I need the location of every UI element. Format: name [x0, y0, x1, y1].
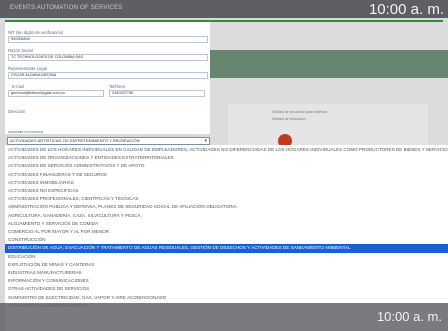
- actividad-select[interactable]: ACTIVIDADES ARTÍSTICAS, DE ENTRETENIMIEN…: [7, 137, 210, 145]
- direccion-label: Dirección: [8, 109, 26, 114]
- telefono-field[interactable]: 3160237756: [109, 90, 205, 97]
- dropdown-option[interactable]: INFORMACIÓN Y COMUNICACIONES: [5, 277, 448, 285]
- nit-label: NIT (sin dígito de verificación): [8, 30, 64, 35]
- dropdown-option[interactable]: ACTIVIDADES DE LOS HOGARES INDIVIDUALES …: [5, 146, 448, 154]
- dropdown-option[interactable]: ACTIVIDADES NO ESPECIFICAS: [5, 187, 448, 195]
- dropdown-option[interactable]: ACTIVIDADES PROFESIONALES, CIENTÍFICAS Y…: [5, 195, 448, 203]
- window-title-bar: EVENTS AUTOMATION OF SERVICES 10:00 a. m…: [0, 0, 448, 18]
- background-card-subtitle: Solicitud de Vinculación: [272, 117, 306, 121]
- actividad-label: Actividad económica: [8, 130, 43, 134]
- dropdown-option[interactable]: INDUSTRIAS MANUFACTURERAS: [5, 269, 448, 277]
- telefono-label: Teléfono: [109, 84, 125, 89]
- dropdown-option[interactable]: ACTIVIDADES FINANCIERAS Y DE SEGUROS: [5, 171, 448, 179]
- dropdown-option[interactable]: DISTRIBUCIÓN DE AGUA; EVACUACIÓN Y TRATA…: [5, 244, 448, 253]
- actividad-selected-value: ACTIVIDADES ARTÍSTICAS, DE ENTRETENIMIEN…: [10, 138, 140, 143]
- representante-field[interactable]: OSCAR ALDANA MEDINA: [8, 72, 208, 79]
- company-form: NIT (sin dígito de verificación) 9003068…: [5, 22, 210, 134]
- dropdown-option[interactable]: AGRICULTURA, GANADERÍA, CAZA, SILVICULTU…: [5, 212, 448, 220]
- top-clock: 10:00 a. m.: [368, 1, 444, 18]
- background-green-band: [210, 50, 448, 78]
- dropdown-option[interactable]: ALOJAMIENTO Y SERVICIOS DE COMIDA: [5, 220, 448, 228]
- dropdown-option[interactable]: OTRAS ACTIVIDADES DE SERVICIOS: [5, 285, 448, 293]
- dropdown-option[interactable]: EDUCACIÓN: [5, 253, 448, 261]
- email-field[interactable]: gerencia@tctecnologias.com.co: [8, 90, 104, 97]
- razon-social-label: Razón Social: [8, 48, 33, 53]
- bottom-clock: 10:00 a. m.: [376, 309, 442, 324]
- dropdown-option[interactable]: EXPLOTACIÓN DE MINAS Y CANTERAS: [5, 261, 448, 269]
- dropdown-option[interactable]: ACTIVIDADES DE SERVICIOS ADMINISTRATIVOS…: [5, 162, 448, 170]
- dropdown-option[interactable]: CONSTRUCCIÓN: [5, 236, 448, 244]
- bottom-overlay-bar: 10:00 a. m.: [0, 303, 448, 331]
- dropdown-option[interactable]: ACTIVIDADES INMOBILIARIAS: [5, 179, 448, 187]
- dropdown-option[interactable]: SUMINISTRO DE ELECTRICIDAD, GAS, VAPOR Y…: [5, 294, 448, 302]
- razon-social-field[interactable]: TC TECHNOLOGIES DE COLOMBIA SAS: [8, 54, 208, 61]
- nit-field[interactable]: 900306840: [8, 36, 208, 43]
- background-card-title: Solicitud de vinculación para empresas: [272, 110, 328, 114]
- dropdown-option[interactable]: COMERCIO AL POR MAYOR Y AL POR MENOR: [5, 228, 448, 236]
- representante-label: Representante Legal: [8, 66, 47, 71]
- window-title: EVENTS AUTOMATION OF SERVICES: [10, 5, 123, 11]
- dropdown-option[interactable]: ACTIVIDADES DE ORGANIZACIONES Y ENTIDADE…: [5, 154, 448, 162]
- email-label: E-mail: [12, 84, 24, 89]
- chevron-down-icon[interactable]: ▾: [204, 138, 207, 144]
- dropdown-option[interactable]: ADMINISTRACIÓN PÚBLICA Y DEFENSA; PLANES…: [5, 203, 448, 211]
